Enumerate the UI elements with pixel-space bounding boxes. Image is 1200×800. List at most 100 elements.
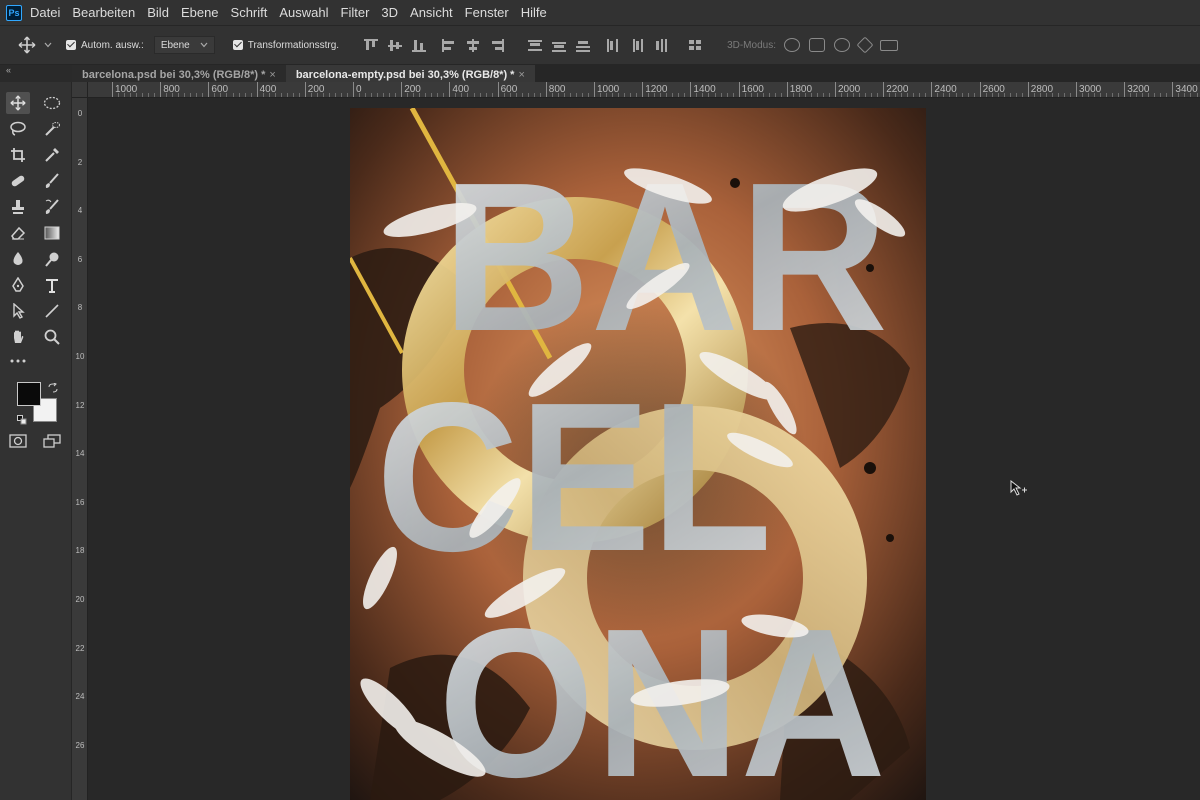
checkbox-checked-icon xyxy=(232,40,243,50)
align-vertical-center-icon[interactable] xyxy=(387,38,403,52)
distribute-horizontal-center-icon[interactable] xyxy=(629,38,645,52)
screen-mode-icon[interactable] xyxy=(40,430,64,452)
tool-preset-picker[interactable] xyxy=(18,36,52,54)
ruler-minor-tick xyxy=(274,93,276,97)
quick-selection-icon[interactable] xyxy=(40,118,64,140)
distribute-right-icon[interactable] xyxy=(653,38,669,52)
ruler-minor-tick xyxy=(816,93,818,97)
3d-mode-label: 3D-Modus: xyxy=(727,39,776,51)
ruler-minor-tick xyxy=(172,93,174,97)
ruler-minor-tick xyxy=(1106,93,1108,97)
crop-icon[interactable] xyxy=(6,144,30,166)
ruler-origin[interactable] xyxy=(72,82,88,98)
panel-collapse-toggle[interactable]: « xyxy=(0,65,72,82)
ruler-minor-tick xyxy=(630,93,632,97)
ruler-minor-tick xyxy=(865,93,867,97)
ruler-minor-tick xyxy=(612,93,614,97)
ruler-minor-tick xyxy=(895,93,897,97)
distribute-top-icon[interactable] xyxy=(527,38,543,52)
document-tab-bar: barcelona.psd bei 30,3% (RGB/8*) * × bar… xyxy=(72,65,1200,82)
menu-hilfe[interactable]: Hilfe xyxy=(521,5,547,20)
3d-slide-icon[interactable] xyxy=(856,36,874,54)
ruler-minor-tick xyxy=(340,93,342,97)
3d-orbit-icon[interactable] xyxy=(783,38,800,52)
distribute-bottom-icon[interactable] xyxy=(575,38,591,52)
eyedropper-icon[interactable] xyxy=(40,144,64,166)
tab-barcelona[interactable]: barcelona.psd bei 30,3% (RGB/8*) * × xyxy=(72,65,286,82)
align-group xyxy=(363,38,427,52)
menu-bild[interactable]: Bild xyxy=(147,5,169,20)
menu-schrift[interactable]: Schrift xyxy=(231,5,268,20)
line-icon[interactable] xyxy=(40,300,64,322)
transform-controls-checkbox[interactable]: Transformationsstrg. xyxy=(232,40,339,51)
align-bottom-icon[interactable] xyxy=(411,38,427,52)
distribute-center-icon[interactable] xyxy=(551,38,567,52)
gradient-icon[interactable] xyxy=(40,222,64,244)
type-icon[interactable] xyxy=(40,274,64,296)
swap-colors-icon[interactable] xyxy=(48,380,58,398)
align-right-icon[interactable] xyxy=(489,38,505,52)
more-tools-icon[interactable] xyxy=(6,350,30,372)
distribute-left-icon[interactable] xyxy=(605,38,621,52)
ruler-tick-label: 600 xyxy=(208,82,228,97)
3d-drag-icon[interactable] xyxy=(833,38,850,52)
align-horizontal-center-icon[interactable] xyxy=(465,38,481,52)
menu-3d[interactable]: 3D xyxy=(381,5,398,20)
ruler-minor-tick xyxy=(654,93,656,97)
align-options-icon[interactable] xyxy=(687,38,703,52)
menu-ansicht[interactable]: Ansicht xyxy=(410,5,453,20)
brush-icon[interactable] xyxy=(40,170,64,192)
poster-artwork[interactable]: BAR CEL ONA xyxy=(350,108,926,800)
ruler-minor-tick xyxy=(985,93,987,97)
healing-brush-icon[interactable] xyxy=(6,170,30,192)
photoshop-logo-icon[interactable]: Ps xyxy=(6,4,22,21)
tab-barcelona-empty[interactable]: barcelona-empty.psd bei 30,3% (RGB/8*) *… xyxy=(285,65,535,82)
menu-datei[interactable]: Datei xyxy=(30,5,60,20)
clone-stamp-icon[interactable] xyxy=(6,196,30,218)
menu-bearbeiten[interactable]: Bearbeiten xyxy=(72,5,135,20)
horizontal-ruler[interactable]: 1000 800 600 400 200 0 200 400 600 800 1000 1200 140… xyxy=(88,82,1200,98)
ruler-minor-tick xyxy=(961,93,963,97)
menu-auswahl[interactable]: Auswahl xyxy=(279,5,328,20)
eraser-icon[interactable] xyxy=(6,222,30,244)
move-tool-icon[interactable] xyxy=(6,92,30,114)
ruler-minor-tick xyxy=(708,93,710,97)
ruler-minor-tick xyxy=(262,93,264,97)
elliptical-marquee-icon[interactable] xyxy=(40,92,64,114)
menu-fenster[interactable]: Fenster xyxy=(465,5,509,20)
ruler-minor-tick xyxy=(527,93,529,97)
ruler-minor-tick xyxy=(666,93,668,97)
path-selection-icon[interactable] xyxy=(6,300,30,322)
vertical-ruler[interactable]: 0 2 4 6 8 10 12 14 16 18 20 22 24 26 xyxy=(72,82,88,800)
close-icon[interactable]: × xyxy=(518,69,524,81)
hand-icon[interactable] xyxy=(6,326,30,348)
ruler-minor-tick xyxy=(1136,93,1138,97)
ruler-minor-tick xyxy=(1082,93,1084,97)
3d-roll-icon[interactable] xyxy=(808,38,825,52)
quick-mask-icon[interactable] xyxy=(6,430,30,452)
zoom-icon[interactable] xyxy=(40,326,64,348)
auto-select-target-dropdown[interactable]: Ebene xyxy=(153,36,215,54)
ruler-minor-tick xyxy=(744,93,746,97)
ruler-minor-tick xyxy=(648,93,650,97)
ruler-minor-tick xyxy=(220,93,222,97)
dodge-icon[interactable] xyxy=(40,248,64,270)
3d-camera-icon[interactable] xyxy=(879,39,898,51)
foreground-color-swatch[interactable] xyxy=(17,382,41,406)
ruler-minor-tick xyxy=(919,93,921,97)
align-top-icon[interactable] xyxy=(363,38,379,52)
ruler-minor-tick xyxy=(1160,93,1162,97)
auto-select-checkbox[interactable]: Autom. ausw.: xyxy=(66,40,144,51)
menu-bar: Ps Datei Bearbeiten Bild Ebene Schrift A… xyxy=(0,0,1200,25)
close-icon[interactable]: × xyxy=(269,69,275,81)
pen-icon[interactable] xyxy=(6,274,30,296)
default-colors-icon[interactable] xyxy=(17,412,27,430)
menu-ebene[interactable]: Ebene xyxy=(181,5,219,20)
menu-filter[interactable]: Filter xyxy=(341,5,370,20)
ruler-tick-label: 18 xyxy=(75,546,85,556)
ruler-minor-tick xyxy=(1015,93,1017,97)
blur-icon[interactable] xyxy=(6,248,30,270)
lasso-icon[interactable] xyxy=(6,118,30,140)
history-brush-icon[interactable] xyxy=(40,196,64,218)
align-left-icon[interactable] xyxy=(441,38,457,52)
